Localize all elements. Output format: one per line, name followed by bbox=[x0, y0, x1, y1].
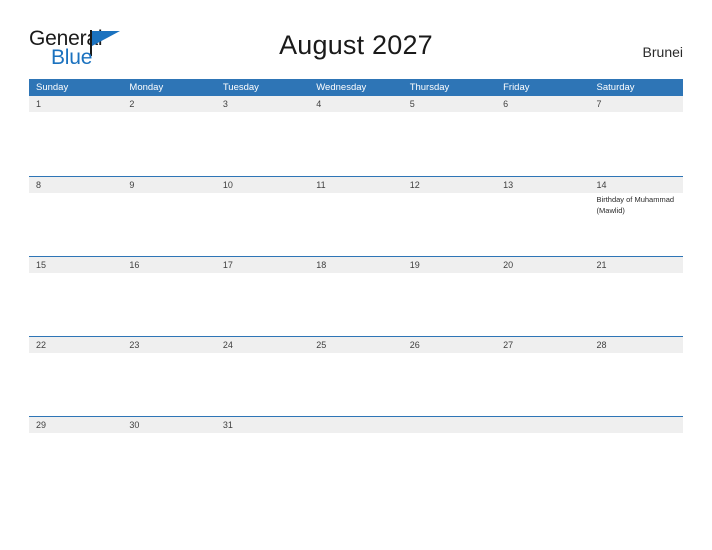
calendar-week-row: 22 23 24 25 26 27 28 bbox=[29, 336, 683, 416]
day-number: 27 bbox=[503, 340, 514, 350]
calendar-day-cell[interactable]: 21 bbox=[589, 257, 683, 336]
calendar-day-cell[interactable]: 28 bbox=[589, 337, 683, 416]
calendar-day-cell[interactable]: 30 bbox=[122, 417, 216, 496]
day-number: 6 bbox=[503, 99, 509, 109]
calendar-day-cell[interactable]: 9 bbox=[122, 177, 216, 256]
calendar-week-cells: 22 23 24 25 26 27 28 bbox=[29, 337, 683, 416]
day-number: 15 bbox=[36, 260, 47, 270]
calendar-day-cell[interactable]: 5 bbox=[402, 96, 497, 176]
calendar-day-cell[interactable]: 19 bbox=[402, 257, 497, 336]
day-number: 31 bbox=[222, 420, 233, 430]
dow-thursday: Thursday bbox=[409, 82, 450, 93]
dow-monday: Monday bbox=[129, 82, 164, 93]
calendar-week-row: 29 30 31 bbox=[29, 416, 683, 496]
calendar-day-cell[interactable]: 27 bbox=[496, 337, 590, 416]
calendar-day-cell[interactable]: 1 bbox=[29, 96, 123, 176]
day-events: Birthday of Muhammad (Mawlid) bbox=[590, 193, 683, 216]
day-of-week-header-row: Sunday Monday Tuesday Wednesday Thursday… bbox=[29, 79, 683, 96]
calendar-day-cell[interactable]: 14 Birthday of Muhammad (Mawlid) bbox=[589, 177, 683, 256]
region-label: Brunei bbox=[642, 44, 683, 60]
dow-sunday: Sunday bbox=[36, 82, 69, 93]
calendar-day-cell[interactable]: 24 bbox=[215, 337, 310, 416]
calendar-day-cell[interactable]: 18 bbox=[309, 257, 403, 336]
page-title: August 2027 bbox=[279, 30, 433, 60]
day-number-band bbox=[309, 417, 403, 433]
calendar-week-row: 15 16 17 18 19 20 21 bbox=[29, 256, 683, 336]
day-number: 26 bbox=[409, 340, 420, 350]
calendar-day-cell[interactable]: 31 bbox=[215, 417, 310, 496]
calendar-day-cell[interactable]: 16 bbox=[122, 257, 216, 336]
day-number: 13 bbox=[503, 180, 514, 190]
page-header: General Blue August 2027 Brunei bbox=[0, 0, 712, 68]
calendar-week-cells: 15 16 17 18 19 20 21 bbox=[29, 257, 683, 336]
calendar-week-cells: 8 9 10 11 12 13 14 Birthday of Muhammad (Mawlid… bbox=[29, 177, 683, 256]
day-number: 30 bbox=[129, 420, 140, 430]
calendar-day-cell[interactable]: 4 bbox=[309, 96, 403, 176]
calendar-day-cell-empty bbox=[309, 417, 403, 496]
day-number-band bbox=[496, 417, 590, 433]
day-number-band bbox=[589, 417, 683, 433]
day-number: 19 bbox=[409, 260, 420, 270]
dow-saturday: Saturday bbox=[596, 82, 635, 93]
calendar-day-cell[interactable]: 25 bbox=[309, 337, 403, 416]
day-number: 20 bbox=[503, 260, 514, 270]
calendar-day-cell[interactable]: 29 bbox=[29, 417, 123, 496]
day-number: 1 bbox=[36, 99, 42, 109]
calendar-day-cell[interactable]: 20 bbox=[496, 257, 590, 336]
day-number: 14 bbox=[596, 180, 607, 190]
day-number: 5 bbox=[409, 99, 415, 109]
calendar-day-cell-empty bbox=[402, 417, 497, 496]
day-number: 28 bbox=[596, 340, 607, 350]
dow-tuesday: Tuesday bbox=[222, 82, 259, 93]
calendar-week-row: 1 2 3 4 5 6 7 bbox=[29, 96, 683, 176]
dow-friday: Friday bbox=[503, 82, 530, 93]
day-number: 29 bbox=[36, 420, 47, 430]
dow-wednesday: Wednesday bbox=[316, 82, 367, 93]
calendar-weeks: 1 2 3 4 5 6 7 8 9 10 11 12 13 14 Birthday of Muhammad … bbox=[29, 96, 683, 496]
day-number: 10 bbox=[222, 180, 233, 190]
calendar-day-cell-empty bbox=[589, 417, 683, 496]
day-number: 8 bbox=[36, 180, 42, 190]
day-number: 18 bbox=[316, 260, 327, 270]
day-number: 24 bbox=[222, 340, 233, 350]
calendar-day-cell[interactable]: 2 bbox=[122, 96, 216, 176]
day-number: 9 bbox=[129, 180, 135, 190]
day-number: 21 bbox=[596, 260, 607, 270]
calendar-day-cell[interactable]: 23 bbox=[122, 337, 216, 416]
day-number: 4 bbox=[316, 99, 322, 109]
calendar-day-cell[interactable]: 8 bbox=[29, 177, 123, 256]
calendar-day-cell[interactable]: 3 bbox=[215, 96, 310, 176]
calendar-day-cell[interactable]: 12 bbox=[402, 177, 497, 256]
calendar-day-cell[interactable]: 26 bbox=[402, 337, 497, 416]
day-number: 7 bbox=[596, 99, 602, 109]
calendar-week-row: 8 9 10 11 12 13 14 Birthday of Muhammad (Mawlid… bbox=[29, 176, 683, 256]
day-number: 11 bbox=[316, 180, 326, 190]
day-number: 22 bbox=[36, 340, 47, 350]
calendar-day-cell[interactable]: 22 bbox=[29, 337, 123, 416]
calendar-grid: Sunday Monday Tuesday Wednesday Thursday… bbox=[29, 79, 683, 496]
calendar-day-cell[interactable]: 7 bbox=[589, 96, 683, 176]
day-number: 16 bbox=[129, 260, 140, 270]
calendar-week-cells: 29 30 31 bbox=[29, 417, 683, 496]
calendar-day-cell[interactable]: 10 bbox=[215, 177, 310, 256]
day-number: 17 bbox=[222, 260, 233, 270]
day-number-band bbox=[402, 417, 497, 433]
calendar-day-cell[interactable]: 15 bbox=[29, 257, 123, 336]
day-number: 12 bbox=[409, 180, 420, 190]
calendar-day-cell-empty bbox=[496, 417, 590, 496]
calendar-week-cells: 1 2 3 4 5 6 7 bbox=[29, 96, 683, 176]
day-number: 25 bbox=[316, 340, 327, 350]
calendar-page: General Blue August 2027 Brunei Sunday M… bbox=[0, 0, 712, 550]
holiday-event: Birthday of Muhammad (Mawlid) bbox=[596, 195, 675, 215]
day-number: 23 bbox=[129, 340, 140, 350]
calendar-day-cell[interactable]: 13 bbox=[496, 177, 590, 256]
calendar-day-cell[interactable]: 6 bbox=[496, 96, 590, 176]
calendar-day-cell[interactable]: 17 bbox=[215, 257, 310, 336]
calendar-day-cell[interactable]: 11 bbox=[309, 177, 403, 256]
day-number: 3 bbox=[222, 99, 228, 109]
day-number: 2 bbox=[129, 99, 135, 109]
